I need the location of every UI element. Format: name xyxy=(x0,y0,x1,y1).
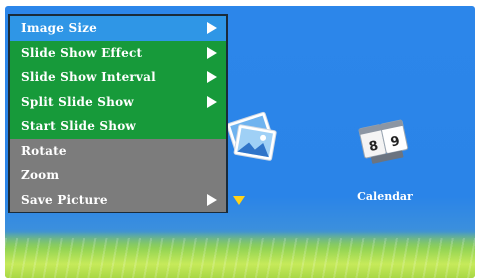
calendar-icon[interactable]: 8 9 xyxy=(356,110,412,174)
menu-item-rotate[interactable]: Rotate xyxy=(10,138,226,163)
menu-item-label: Save Picture xyxy=(21,192,108,207)
menu-item-slide-show-interval[interactable]: Slide Show Interval xyxy=(10,65,226,90)
menu-item-label: Start Slide Show xyxy=(21,119,136,134)
menu-item-split-slide-show[interactable]: Split Slide Show xyxy=(10,89,226,114)
menu-item-zoom[interactable]: Zoom xyxy=(10,163,226,188)
menu-item-image-size[interactable]: Image Size xyxy=(10,16,226,41)
menu-item-label: Zoom xyxy=(21,168,60,183)
menu-item-label: Split Slide Show xyxy=(21,94,134,109)
menu-item-start-slide-show[interactable]: Start Slide Show xyxy=(10,114,226,139)
calendar-label: Calendar xyxy=(357,190,413,203)
grass-streaks xyxy=(5,238,475,278)
context-menu: Image Size Slide Show Effect Slide Show … xyxy=(8,14,228,213)
submenu-arrow-icon xyxy=(207,22,217,35)
menu-item-save-picture[interactable]: Save Picture xyxy=(10,187,226,212)
photo-icon[interactable] xyxy=(222,103,282,173)
menu-item-label: Image Size xyxy=(21,21,97,36)
screen: 8 9 Calendar Image Size Slide Show Effec… xyxy=(0,0,479,280)
menu-item-label: Slide Show Interval xyxy=(21,70,156,85)
menu-item-label: Rotate xyxy=(21,143,67,158)
submenu-arrow-icon xyxy=(207,193,217,206)
submenu-arrow-icon xyxy=(207,71,217,84)
submenu-arrow-icon xyxy=(207,95,217,108)
menu-item-label: Slide Show Effect xyxy=(21,45,143,60)
selected-icon-marker xyxy=(233,196,245,205)
menu-item-slide-show-effect[interactable]: Slide Show Effect xyxy=(10,40,226,65)
submenu-arrow-icon xyxy=(207,46,217,59)
